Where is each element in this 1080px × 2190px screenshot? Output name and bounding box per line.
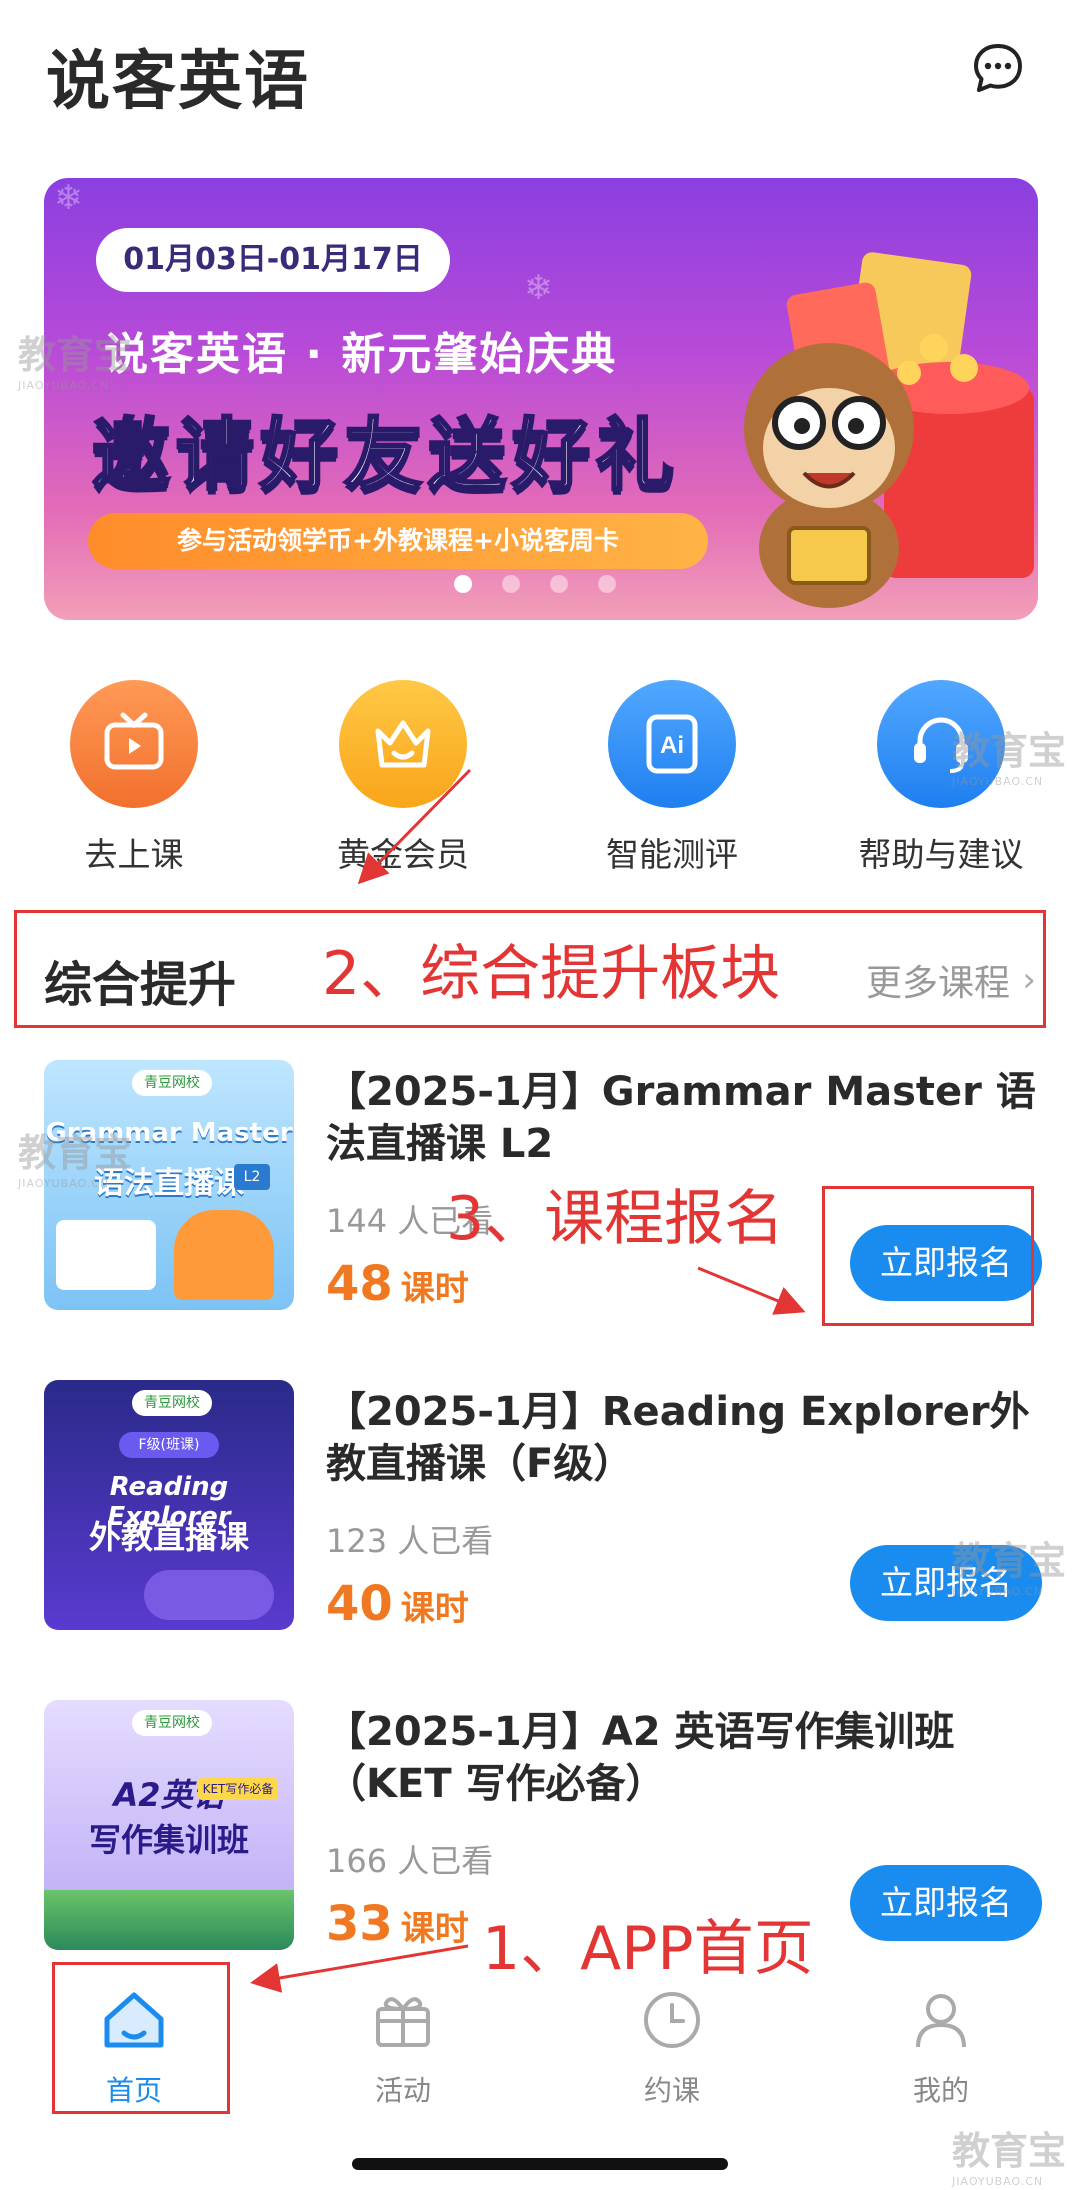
entry-go-to-class[interactable]: 去上课 <box>34 680 234 876</box>
tab-booking[interactable]: 约课 <box>572 1985 772 2109</box>
snowflake-icon: ❄ <box>524 268 553 308</box>
annotation-1: 1、APP首页 <box>482 1914 814 1984</box>
carousel-dot[interactable] <box>598 575 616 593</box>
entry-label: 智能测评 <box>606 835 738 874</box>
app-title: 说客英语 <box>46 45 310 119</box>
ai-icon: Ai <box>608 680 736 808</box>
clock-icon <box>644 1992 700 2048</box>
tab-label: 约课 <box>643 2074 700 2107</box>
watermark: 教育宝 JIAOYUBAO.CN <box>18 1131 133 1190</box>
snowflake-icon: ❄ <box>54 178 83 218</box>
entry-label: 去上课 <box>84 835 184 874</box>
home-indicator <box>352 2158 728 2170</box>
course-hours: 40 课时 <box>326 1576 469 1632</box>
entry-label: 黄金会员 <box>337 835 469 874</box>
watermark: 教育宝 JIAOYUBAO.CN <box>952 2129 1067 2188</box>
carousel-dot[interactable] <box>550 575 568 593</box>
course-card[interactable]: 青豆网校 F级(班课) Reading Explorer 外教直播课 【2025… <box>0 1380 1080 1650</box>
entry-smart-assessment[interactable]: Ai 智能测评 <box>572 680 772 876</box>
carousel-dot[interactable] <box>454 575 472 593</box>
user-icon <box>916 1994 966 2048</box>
entry-gold-member[interactable]: 黄金会员 <box>303 680 503 876</box>
course-views: 166 人已看 <box>326 1842 494 1880</box>
banner-pill: 参与活动领学币+外教课程+小说客周卡 <box>88 513 708 569</box>
watermark: 教育宝 JIAOYUBAO.CN <box>952 1539 1067 1598</box>
annotation-2: 2、综合提升板块 <box>322 939 781 1009</box>
annotation-box-home <box>52 1962 230 2114</box>
course-thumbnail: 青豆网校 F级(班课) Reading Explorer 外教直播课 <box>44 1380 294 1630</box>
watermark: 教育宝 JIAOYUBAO.CN <box>18 333 133 392</box>
course-hours: 48 课时 <box>326 1256 469 1312</box>
banner-headline: 邀请好友送好礼 <box>90 410 681 503</box>
banner-subtitle: 说客英语 · 新元肇始庆典 <box>104 329 618 380</box>
carousel-indicator <box>454 575 616 593</box>
tab-activity[interactable]: 活动 <box>303 1985 503 2109</box>
tab-mine[interactable]: 我的 <box>841 1985 1041 2109</box>
course-hours: 33 课时 <box>326 1896 469 1952</box>
enroll-button[interactable]: 立即报名 <box>850 1865 1042 1941</box>
entry-label: 帮助与建议 <box>858 835 1024 874</box>
course-views: 123 人已看 <box>326 1522 494 1560</box>
carousel-dot[interactable] <box>502 575 520 593</box>
message-button[interactable] <box>970 40 1026 96</box>
watermark: 教育宝 JIAOYUBAO.CN <box>952 729 1067 788</box>
course-title[interactable]: 【2025-1月】Grammar Master 语法直播课 L2 <box>326 1066 1046 1170</box>
monkey-mascot-illustration <box>744 252 1034 608</box>
banner-date: 01月03日-01月17日 <box>96 228 450 292</box>
crown-icon <box>339 680 467 808</box>
course-thumbnail: 青豆网校 A2英语 KET写作必备 写作集训班 <box>44 1700 294 1950</box>
course-title[interactable]: 【2025-1月】A2 英语写作集训班（KET 写作必备） <box>326 1706 1046 1810</box>
annotation-3: 3、课程报名 <box>446 1184 785 1254</box>
tv-icon <box>70 680 198 808</box>
gift-icon <box>376 1997 430 2047</box>
promo-banner[interactable]: ❄ ❄ ❄ 01月03日-01月17日 说客英语 · 新元肇始庆典 邀请好友送好… <box>44 178 1038 620</box>
svg-text:Ai: Ai <box>660 732 684 759</box>
course-title[interactable]: 【2025-1月】Reading Explorer外教直播课（F级） <box>326 1386 1046 1490</box>
tab-label: 活动 <box>374 2074 431 2107</box>
annotation-box-enroll <box>822 1186 1034 1326</box>
chat-bubble-icon <box>974 44 1022 92</box>
tab-label: 我的 <box>912 2074 969 2107</box>
